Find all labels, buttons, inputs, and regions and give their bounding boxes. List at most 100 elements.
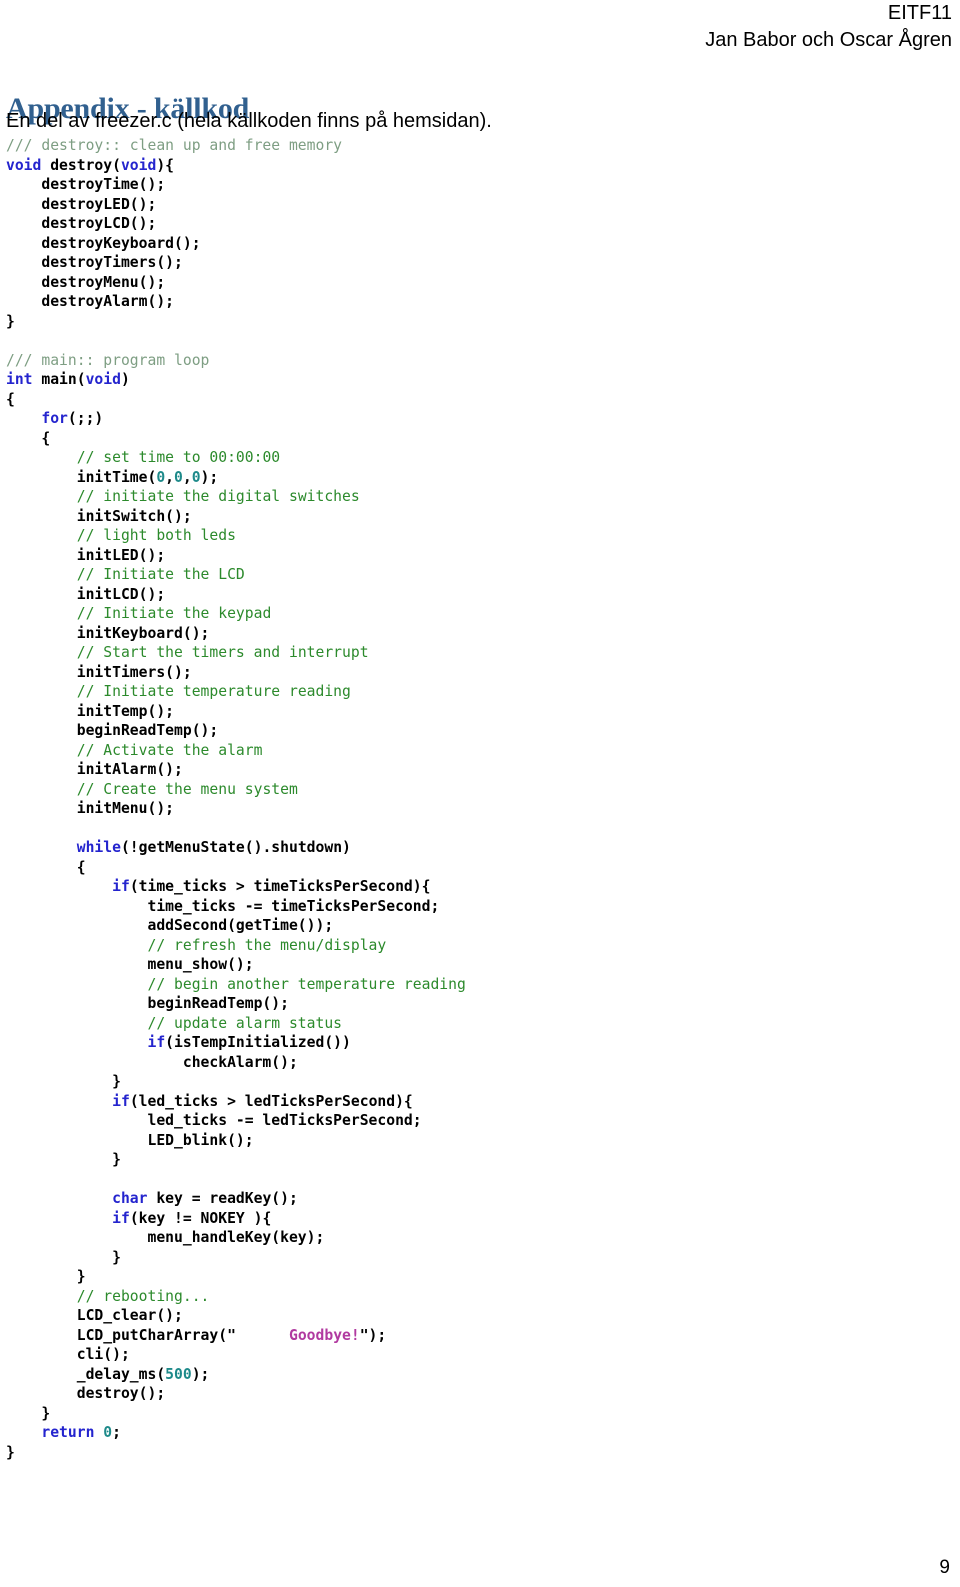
code-line: beginReadTemp(); xyxy=(6,994,466,1014)
code-token-kw: if xyxy=(112,1209,130,1227)
code-token-kw: char xyxy=(112,1190,148,1207)
code-line: // Initiate the keypad xyxy=(6,604,466,624)
code-line: destroyLCD(); xyxy=(6,214,466,234)
code-token-plain: destroyTimers(); xyxy=(6,254,183,271)
code-line: cli(); xyxy=(6,1345,466,1365)
code-line: // update alarm status xyxy=(6,1014,466,1034)
code-token-plain: ){ xyxy=(156,156,175,174)
code-line: /// destroy:: clean up and free memory xyxy=(6,136,466,156)
code-token-cmt: // refresh the menu/display xyxy=(147,936,387,954)
code-line: if(key != NOKEY ){ xyxy=(6,1209,466,1229)
code-token-cmt-doc: /// main:: program loop xyxy=(6,351,210,369)
page-subtitle: En del av freezer.c (hela källkoden finn… xyxy=(6,110,492,132)
code-token-plain: } xyxy=(6,1268,86,1285)
code-token-num: 0 xyxy=(191,468,201,486)
code-token-cmt: // Start the timers and interrupt xyxy=(76,644,369,661)
code-line: { xyxy=(6,858,466,878)
code-token-kw: void xyxy=(85,371,121,388)
code-token-kw: void xyxy=(120,156,157,174)
code-token-plain: { xyxy=(6,390,15,408)
code-line: for(;;) xyxy=(6,409,466,429)
code-token-plain: (isTempInitialized()) xyxy=(165,1034,351,1051)
code-line: led_ticks -= ledTicksPerSecond; xyxy=(6,1111,466,1131)
code-token-cmt-doc: /// destroy:: clean up and free memory xyxy=(6,137,343,154)
code-line: // refresh the menu/display xyxy=(6,936,466,956)
code-token-plain: destroyLED(); xyxy=(6,195,157,213)
code-token-cmt: // begin another temperature reading xyxy=(147,975,466,993)
code-line: if(led_ticks > ledTicksPerSecond){ xyxy=(6,1092,466,1112)
code-token-plain: ) xyxy=(120,371,130,388)
code-token-plain: initTimers(); xyxy=(6,663,192,681)
code-line: destroyMenu(); xyxy=(6,273,466,293)
code-token-plain: } xyxy=(6,1151,121,1168)
code-line: /// main:: program loop xyxy=(6,351,466,371)
code-token-kw: return xyxy=(41,1424,95,1441)
code-line: beginReadTemp(); xyxy=(6,721,466,741)
code-token-plain: LCD_clear(); xyxy=(6,1307,183,1324)
code-token-kw: for xyxy=(41,410,68,427)
code-token-str: Goodbye! xyxy=(235,1326,360,1344)
code-token-plain: time_ticks -= timeTicksPerSecond; xyxy=(6,897,440,915)
code-line: time_ticks -= timeTicksPerSecond; xyxy=(6,897,466,917)
code-line: } xyxy=(6,1267,466,1287)
code-token-plain: _delay_ms( xyxy=(6,1365,166,1383)
code-token-plain: cli(); xyxy=(6,1346,130,1363)
code-token-kw: while xyxy=(76,839,121,856)
code-line: initMenu(); xyxy=(6,799,466,819)
author-names: Jan Babor och Oscar Ågren xyxy=(705,29,952,51)
code-token-cmt: // Activate the alarm xyxy=(76,741,263,759)
code-line: while(!getMenuState().shutdown) xyxy=(6,838,466,858)
document-page: EITF11 Jan Babor och Oscar Ågren Appendi… xyxy=(0,0,960,1587)
code-token-plain: (key != NOKEY ){ xyxy=(129,1209,272,1227)
code-token-plain: } xyxy=(6,1404,51,1422)
code-line: initKeyboard(); xyxy=(6,624,466,644)
code-line: // Initiate the LCD xyxy=(6,565,466,585)
code-line: if(isTempInitialized()) xyxy=(6,1033,466,1053)
code-line: int main(void) xyxy=(6,370,466,390)
code-token-plain: { xyxy=(6,429,51,447)
code-line: // light both leds xyxy=(6,526,466,546)
code-token-plain: destroy( xyxy=(41,156,121,174)
code-token-kw: if xyxy=(112,878,130,895)
code-token-num: 0 xyxy=(174,468,183,486)
code-line: destroyTimers(); xyxy=(6,253,466,273)
code-token-cmt: // Create the menu system xyxy=(76,780,298,798)
code-token-plain: "); xyxy=(359,1326,387,1344)
code-token-plain: initSwitch(); xyxy=(6,507,192,525)
code-line: } xyxy=(6,1072,466,1092)
code-token-plain: menu_show(); xyxy=(6,956,254,973)
code-token-plain: key = readKey(); xyxy=(147,1190,298,1207)
code-line: destroy(); xyxy=(6,1384,466,1404)
code-line: } xyxy=(6,1248,466,1268)
code-token-plain: LCD_putCharArray(" xyxy=(6,1326,236,1344)
code-line: initTime(0,0,0); xyxy=(6,468,466,488)
code-token-plain: menu_handleKey(key); xyxy=(6,1229,325,1246)
code-line: // set time to 00:00:00 xyxy=(6,448,466,468)
code-token-cmt: // Initiate the LCD xyxy=(76,566,245,583)
code-line: initLCD(); xyxy=(6,585,466,605)
code-token-plain: initLCD(); xyxy=(6,585,166,603)
code-token-plain: ); xyxy=(200,468,219,486)
code-token-plain: destroy(); xyxy=(6,1385,166,1402)
code-line: destroyTime(); xyxy=(6,175,466,195)
code-token-plain: (;;) xyxy=(67,410,104,427)
code-token-plain: (led_ticks > ledTicksPerSecond){ xyxy=(129,1092,413,1110)
code-token-plain: initLED(); xyxy=(6,546,166,564)
code-token-num: 0 xyxy=(156,468,166,486)
code-line: LCD_putCharArray(" Goodbye!"); xyxy=(6,1326,466,1346)
code-token-plain: ); xyxy=(191,1365,210,1383)
code-line: destroyKeyboard(); xyxy=(6,234,466,254)
code-token-plain: initKeyboard(); xyxy=(6,624,210,642)
code-token-cmt: // rebooting... xyxy=(76,1287,210,1305)
code-line: } xyxy=(6,1443,466,1463)
code-token-plain: initTime( xyxy=(6,468,157,486)
